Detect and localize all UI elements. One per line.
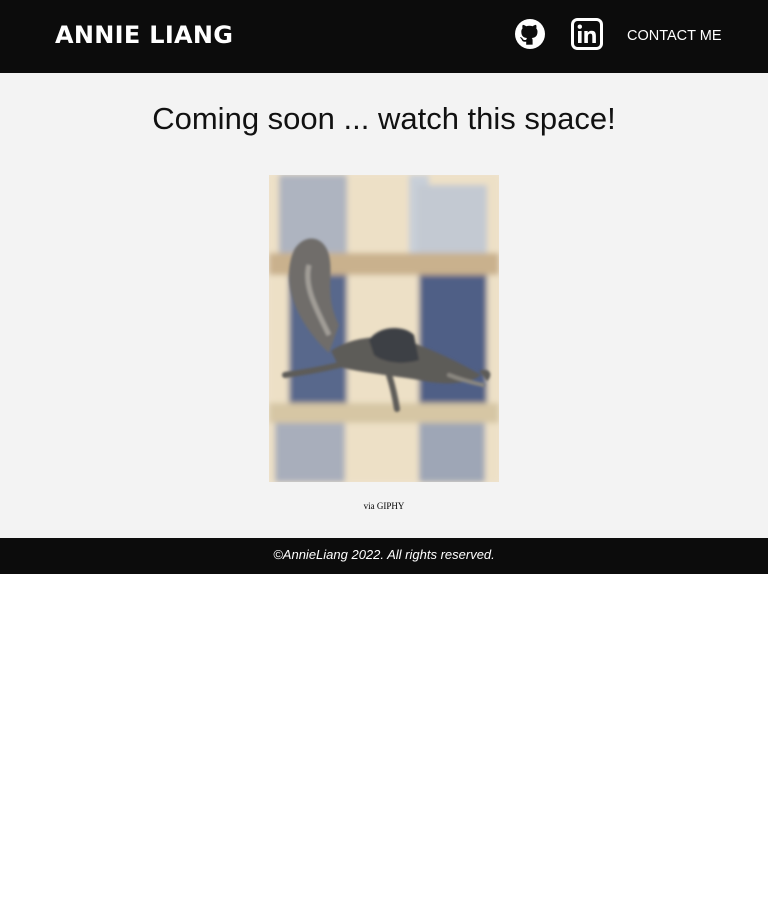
site-footer: ©AnnieLiang 2022. All rights reserved. [0,538,768,574]
flying-squirrel-gif[interactable] [269,175,499,482]
site-header: ANNIE LIANG CONTACT ME [0,0,768,73]
github-link[interactable] [514,18,546,50]
contact-me-link[interactable]: CONTACT ME [627,26,722,46]
site-brand[interactable]: ANNIE LIANG [55,19,233,51]
linkedin-link[interactable] [571,18,603,50]
github-icon [514,18,546,50]
giphy-caption-prefix: via [363,501,375,511]
giphy-caption: via GIPHY [0,500,768,512]
copyright-text: ©AnnieLiang 2022. All rights reserved. [273,547,495,562]
linkedin-icon [571,18,603,50]
giphy-link[interactable]: GIPHY [377,501,405,511]
page-title: Coming soon ... watch this space! [152,101,616,136]
main-content: Coming soon ... watch this space! via GI… [0,73,768,538]
